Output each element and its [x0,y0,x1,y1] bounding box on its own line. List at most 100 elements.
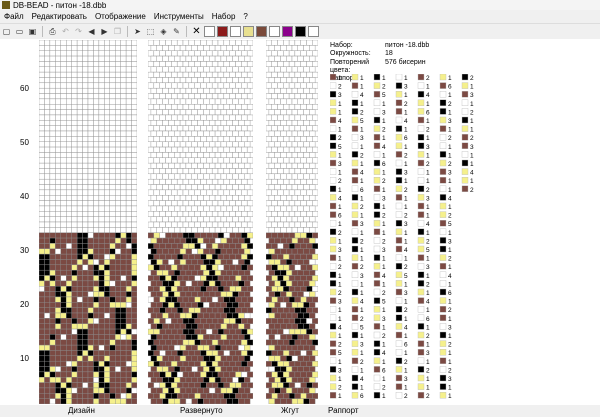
menu-help[interactable]: ? [239,12,251,21]
bead-cell[interactable] [217,157,225,164]
bead-cell[interactable] [179,98,187,105]
bead-cell[interactable] [55,232,61,239]
bead-cell[interactable] [66,312,72,319]
bead-cell[interactable] [179,344,187,351]
bead-cell[interactable] [214,173,222,180]
bead-cell[interactable] [82,82,89,89]
bead-cell[interactable] [179,248,187,255]
bead-cell[interactable] [220,98,227,105]
bead-cell[interactable] [246,71,253,78]
bead-cell[interactable] [171,275,178,282]
bead-cell[interactable] [283,264,290,271]
bead-cell[interactable] [206,307,213,314]
bead-cell[interactable] [125,130,132,137]
bead-cell[interactable] [246,104,253,110]
bead-cell[interactable] [71,253,78,260]
bead-cell[interactable] [115,328,121,335]
bead-cell[interactable] [120,227,127,233]
bead-cell[interactable] [266,136,272,142]
bead-cell[interactable] [104,205,110,212]
bead-cell[interactable] [49,253,56,260]
bead-cell[interactable] [39,350,45,357]
bead-cell[interactable] [153,125,160,132]
bead-cell[interactable] [238,355,245,362]
bead-cell[interactable] [44,66,51,73]
bead-cell[interactable] [131,50,137,57]
bead-cell[interactable] [294,125,301,132]
bead-cell[interactable] [148,360,155,367]
bead-cell[interactable] [244,334,251,340]
bead-cell[interactable] [109,243,116,249]
bead-cell[interactable] [82,286,89,292]
bead-cell[interactable] [288,393,296,399]
bead-cell[interactable] [238,152,245,158]
bead-cell[interactable] [214,87,222,94]
bead-cell[interactable] [159,286,166,292]
bead-cell[interactable] [120,189,127,196]
bead-cell[interactable] [185,77,192,84]
bead-cell[interactable] [235,125,242,132]
bead-cell[interactable] [197,195,204,201]
bead-cell[interactable] [93,334,100,340]
bead-cell[interactable] [109,93,116,100]
bead-cell[interactable] [49,141,56,148]
bead-cell[interactable] [176,286,184,292]
bead-cell[interactable] [87,136,94,142]
bead-cell[interactable] [87,382,94,389]
bead-cell[interactable] [76,87,83,94]
bead-cell[interactable] [277,200,284,207]
bead-cell[interactable] [87,157,94,164]
bead-cell[interactable] [148,382,155,389]
bead-cell[interactable] [104,93,110,100]
bead-cell[interactable] [235,360,242,367]
bead-cell[interactable] [120,355,127,362]
bead-cell[interactable] [176,232,184,239]
bead-cell[interactable] [66,393,72,399]
bead-cell[interactable] [306,40,313,46]
bead-cell[interactable] [131,286,137,292]
bead-cell[interactable] [182,178,190,185]
bead-cell[interactable] [93,216,100,223]
bead-cell[interactable] [291,248,298,255]
bead-cell[interactable] [93,286,100,292]
bead-cell[interactable] [125,98,132,105]
bead-cell[interactable] [131,269,137,276]
bead-cell[interactable] [159,136,166,142]
bead-cell[interactable] [93,55,100,62]
bead-cell[interactable] [209,195,216,201]
bead-cell[interactable] [153,114,160,121]
bead-cell[interactable] [194,371,201,378]
bead-cell[interactable] [87,82,94,89]
bead-cell[interactable] [179,387,187,394]
bead-cell[interactable] [309,291,316,298]
bead-cell[interactable] [244,269,251,276]
bead-cell[interactable] [291,184,298,191]
bead-cell[interactable] [87,275,94,282]
bead-cell[interactable] [297,98,304,105]
bead-cell[interactable] [131,146,137,153]
bead-cell[interactable] [55,227,61,233]
bead-cell[interactable] [98,98,105,105]
bead-cell[interactable] [312,318,318,324]
bead-cell[interactable] [312,50,318,57]
bead-cell[interactable] [104,227,110,233]
bead-cell[interactable] [300,211,307,217]
bead-cell[interactable] [197,334,204,340]
bead-cell[interactable] [44,237,51,244]
bead-cell[interactable] [156,205,163,212]
bead-cell[interactable] [300,40,307,46]
bead-cell[interactable] [171,61,178,67]
bead-cell[interactable] [115,93,121,100]
bead-cell[interactable] [300,393,307,399]
bead-cell[interactable] [109,248,116,255]
bead-cell[interactable] [39,146,45,153]
bead-cell[interactable] [109,130,116,137]
bead-cell[interactable] [229,114,236,121]
bead-cell[interactable] [203,259,210,266]
bead-cell[interactable] [49,291,56,298]
bead-cell[interactable] [268,312,275,319]
bead-cell[interactable] [93,253,100,260]
bead-cell[interactable] [165,307,172,314]
bead-cell[interactable] [76,66,83,73]
bead-cell[interactable] [60,211,67,217]
